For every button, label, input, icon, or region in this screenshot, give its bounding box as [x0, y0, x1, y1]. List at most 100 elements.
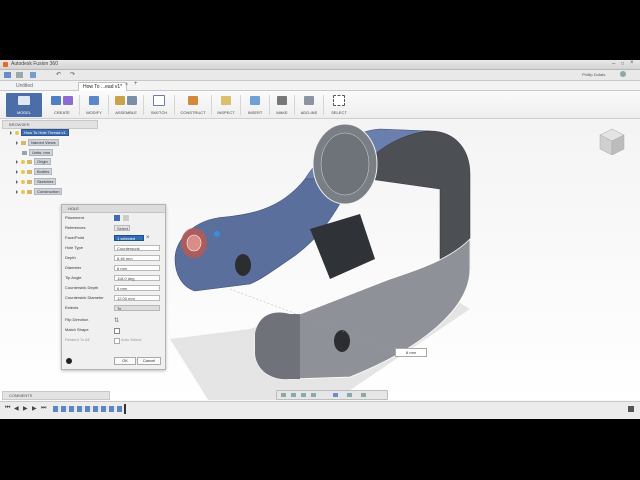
expand-icon[interactable]	[16, 159, 18, 164]
view-cube[interactable]	[598, 127, 626, 157]
expand-icon[interactable]	[16, 179, 18, 184]
related-checkbox[interactable]	[114, 338, 120, 344]
fit-icon[interactable]	[311, 393, 316, 397]
display-settings-icon[interactable]	[333, 393, 338, 397]
workspace-switcher[interactable]: MODEL	[6, 93, 42, 117]
ribbon-divider	[143, 95, 144, 115]
browser-header[interactable]: BROWSER	[2, 120, 98, 129]
fast-forward-icon[interactable]: ⏭	[41, 405, 46, 412]
browser-item-named-views[interactable]: Named Views	[16, 139, 59, 147]
match-shape-checkbox[interactable]	[114, 328, 120, 334]
dialog-row-face-point: Face/Point 1 selected ×	[64, 234, 162, 242]
group-label-add-ins: ADD-INS	[300, 110, 318, 115]
minimize-icon[interactable]: –	[612, 61, 615, 67]
ribbon-group-create[interactable]: CREATE	[46, 93, 78, 117]
row-label: Hole Type	[65, 245, 83, 250]
countersink-diameter-input[interactable]: 12.00 mm	[114, 295, 160, 301]
orbit-icon[interactable]	[281, 393, 286, 397]
data-panel-icon[interactable]	[4, 72, 11, 78]
ribbon-group-sketch[interactable]: SKETCH	[146, 93, 172, 117]
browser-item-construction[interactable]: Construction	[16, 188, 63, 196]
ribbon-group-select[interactable]: SELECT	[326, 93, 352, 117]
placement-sketch-icon[interactable]	[123, 215, 129, 221]
browser-root[interactable]: How To Hole Thread v1	[10, 129, 69, 137]
rewind-icon[interactable]: ⏮	[5, 405, 10, 412]
save-icon[interactable]	[30, 72, 36, 78]
comments-panel[interactable]: COMMENTS	[2, 391, 110, 400]
diameter-input[interactable]: 8 mm	[114, 265, 160, 271]
tab-untitled[interactable]: Untitled	[12, 82, 37, 90]
extents-dropdown[interactable]: To	[114, 305, 160, 311]
browser-item-units[interactable]: Units: mm	[22, 149, 53, 157]
row-label: Diameter	[65, 265, 82, 270]
play-icon[interactable]: ▶	[23, 405, 28, 412]
canvas-dimension-input[interactable]: 8 mm	[395, 348, 427, 357]
ribbon-divider	[269, 95, 270, 115]
tab-close-icon[interactable]: ×	[125, 82, 128, 88]
offset-plane-icon	[188, 96, 198, 105]
face-point-selection[interactable]: 1 selected	[114, 235, 144, 241]
model-workspace-icon	[18, 96, 30, 105]
ribbon-divider	[79, 95, 80, 115]
ribbon-group-insert[interactable]: INSERT	[243, 93, 267, 117]
group-label-select: SELECT	[331, 110, 347, 115]
arm-hole[interactable]	[235, 254, 251, 276]
undo-icon[interactable]: ↶	[56, 71, 61, 78]
browser-item-label: Named Views	[28, 139, 59, 147]
timeline-settings-icon[interactable]	[628, 406, 634, 412]
timeline-features[interactable]	[53, 406, 123, 412]
ok-button[interactable]: OK	[114, 357, 136, 365]
visibility-bulb-icon[interactable]	[21, 159, 25, 164]
browser-item-origin[interactable]: Origin	[16, 158, 51, 166]
step-back-icon[interactable]: ◀	[14, 405, 19, 412]
clear-selection-icon[interactable]: ×	[146, 234, 150, 242]
help-icon[interactable]	[620, 71, 626, 77]
grid-icon[interactable]	[347, 393, 352, 397]
browser-item-sketches[interactable]: Sketches	[16, 178, 57, 186]
ribbon-group-modify[interactable]: MODIFY	[82, 93, 106, 117]
close-icon[interactable]: ×	[630, 60, 634, 66]
dialog-row-depth: Depth 8.46 mm	[64, 254, 162, 262]
depth-input[interactable]: 8.46 mm	[114, 255, 160, 261]
user-name[interactable]: Phillip Dufats	[582, 72, 605, 77]
expand-icon[interactable]	[10, 130, 12, 135]
expand-icon[interactable]	[16, 140, 18, 145]
cancel-button[interactable]: Cancel	[137, 357, 161, 365]
ribbon-group-make[interactable]: MAKE	[272, 93, 292, 117]
expand-icon[interactable]	[16, 169, 18, 174]
timeline-marker[interactable]	[124, 404, 126, 414]
ribbon-group-add-ins[interactable]: ADD-INS	[297, 93, 321, 117]
placement-single-icon[interactable]	[114, 215, 120, 221]
ribbon-group-construct[interactable]: CONSTRUCT	[177, 93, 209, 117]
redo-icon[interactable]: ↷	[70, 71, 75, 78]
countersink-depth-input[interactable]: 6 mm	[114, 285, 160, 291]
maximize-icon[interactable]: □	[621, 61, 624, 67]
zoom-icon[interactable]	[301, 393, 306, 397]
expand-icon[interactable]	[16, 189, 18, 194]
references-select-button[interactable]: Select	[114, 225, 130, 231]
file-menu-icon[interactable]	[16, 72, 23, 78]
row-label: Related To All	[65, 337, 90, 342]
visibility-bulb-icon[interactable]	[15, 130, 19, 135]
tab-active-document[interactable]: How To ...ead v1*	[78, 82, 128, 91]
tip-angle-input[interactable]: 118.0 deg	[114, 275, 160, 281]
viewports-icon[interactable]	[361, 393, 366, 397]
hole-type-dropdown[interactable]: Countersunk	[114, 245, 160, 251]
dialog-row-hole-type: Hole Type Countersunk	[64, 244, 162, 252]
visibility-bulb-icon[interactable]	[21, 189, 25, 194]
info-icon[interactable]	[66, 358, 72, 364]
browser-item-bodies[interactable]: Bodies	[16, 168, 53, 176]
dialog-row-countersink-diameter: Countersink Diameter 12.00 mm	[64, 294, 162, 302]
new-tab-icon[interactable]: +	[134, 81, 138, 87]
row-label: Tip Angle	[65, 275, 82, 280]
ribbon-group-assemble[interactable]: ASSEMBLE	[111, 93, 141, 117]
hole-manipulator-icon[interactable]	[214, 231, 220, 237]
flip-direction-icon[interactable]: ⇅	[114, 317, 119, 325]
joint-icon	[127, 96, 137, 105]
visibility-bulb-icon[interactable]	[21, 179, 25, 184]
dialog-row-placement: Placement	[64, 214, 162, 222]
ribbon-group-inspect[interactable]: INSPECT	[214, 93, 238, 117]
step-forward-icon[interactable]: ▶	[32, 405, 37, 412]
pan-icon[interactable]	[291, 393, 296, 397]
visibility-bulb-icon[interactable]	[21, 169, 25, 174]
